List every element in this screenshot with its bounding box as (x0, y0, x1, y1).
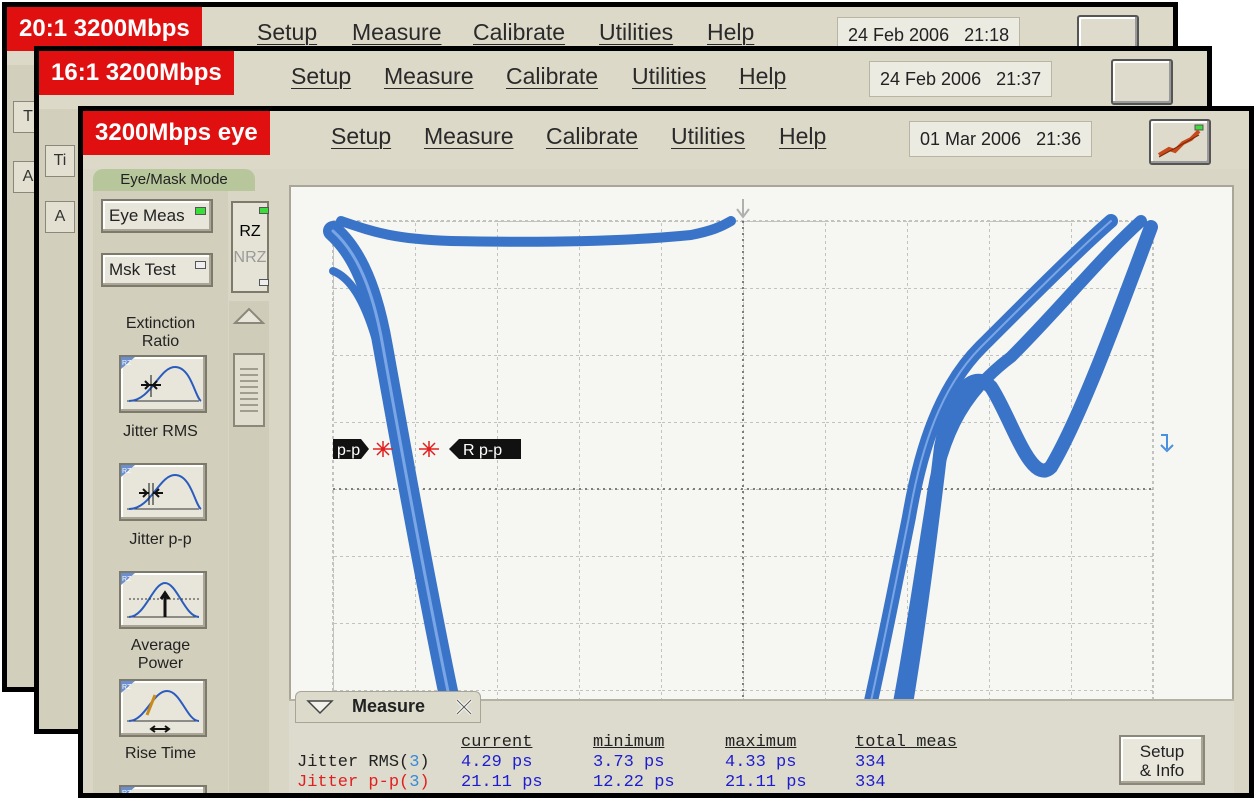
average-power-label: Average (130, 637, 191, 654)
nrz-label: NRZ (233, 249, 267, 266)
menu-calibrate[interactable]: Calibrate (473, 19, 565, 46)
svg-text:RZ: RZ (122, 684, 132, 691)
extinction-ratio-label-2: Ratio (141, 333, 180, 350)
menu-help[interactable]: Help (779, 123, 826, 150)
measurement-sidebar: Eye Meas Msk Test Extinction Ratio RZ Ji… (93, 191, 228, 793)
eye-meas-label: Eye Meas (109, 206, 185, 225)
rise-time-icon: RZ (121, 681, 200, 733)
menu-setup[interactable]: Setup (331, 123, 391, 150)
level-marker-icon[interactable] (1160, 434, 1174, 453)
next-measurement-button[interactable]: RZ (119, 785, 207, 797)
date-time: 24 Feb 2006 21:37 (869, 61, 1053, 97)
eye-meas-button[interactable]: Eye Meas (101, 199, 213, 233)
svg-text:RZ: RZ (122, 468, 132, 475)
average-power-button[interactable]: RZ (119, 571, 207, 629)
setup-label: Setup (1139, 742, 1185, 761)
col-minimum: minimum 3.73 ps 12.22 ps (593, 733, 675, 792)
graph-icon[interactable] (1111, 59, 1173, 105)
menu-help[interactable]: Help (707, 19, 754, 46)
row-label-jitter-pp: Jitter p-p(3) (297, 773, 430, 792)
info-label: & Info (1139, 761, 1185, 780)
window-tag: 20:1 3200Mbps (7, 7, 202, 51)
marker-right-label: R p-p (463, 442, 502, 459)
row-label-jitter-rms: Jitter RMS(3) (297, 753, 430, 772)
title-bar: 16:1 3200Mbps Setup Measure Calibrate Ut… (39, 51, 1207, 109)
measurement-icon: RZ (121, 787, 135, 797)
col-total-meas: total meas 334 334 (855, 733, 958, 792)
status-led (195, 261, 206, 269)
status-led (259, 279, 269, 286)
rz-nrz-toggle[interactable]: RZ NRZ (231, 201, 269, 293)
window-tag: 3200Mbps eye (83, 111, 270, 155)
scroll-up-icon[interactable] (231, 305, 267, 325)
measure-panel: Measure Jitter RMS(3) Jitter p-p(3) curr… (289, 691, 1234, 793)
jitter-rms-button[interactable]: RZ (119, 355, 207, 413)
menu-utilities[interactable]: Utilities (632, 63, 706, 90)
jitter-pp-button[interactable]: RZ (119, 463, 207, 521)
menu-setup[interactable]: Setup (257, 19, 317, 46)
trigger-arrow-icon (736, 199, 750, 219)
jitter-waveform-icon: RZ (121, 357, 202, 402)
average-power-icon: RZ (121, 573, 200, 618)
side-panel: Ti A (39, 109, 79, 729)
svg-text:RZ: RZ (122, 360, 132, 367)
rz-label: RZ (239, 223, 261, 240)
side-button[interactable]: Ti (45, 145, 75, 177)
setup-info-button[interactable]: Setup & Info (1119, 735, 1205, 785)
title-bar: 3200Mbps eye Setup Measure Calibrate Uti… (83, 111, 1249, 169)
graph-icon[interactable] (1149, 119, 1211, 165)
col-current: current 4.29 ps 21.11 ps (461, 733, 543, 792)
menu-utilities[interactable]: Utilities (599, 19, 673, 46)
graph-glyph-icon (1157, 124, 1204, 158)
rise-time-button[interactable]: RZ (119, 679, 207, 737)
jitter-rms-label: Jitter RMS (123, 423, 198, 440)
scroll-thumb[interactable] (233, 353, 265, 427)
extinction-ratio-label: Extinction (125, 315, 196, 332)
measure-tab[interactable]: Measure (295, 691, 481, 723)
grip-icon (240, 368, 258, 412)
status-led (259, 207, 269, 214)
average-power-label-2: Power (137, 655, 184, 672)
side-button[interactable]: A (45, 201, 75, 233)
date-time: 01 Mar 2006 21:36 (909, 121, 1093, 157)
close-icon[interactable] (454, 697, 474, 717)
menu-calibrate[interactable]: Calibrate (506, 63, 598, 90)
jitter-pp-label: Jitter p-p (129, 531, 192, 548)
menu-measure[interactable]: Measure (352, 19, 441, 46)
msk-test-label: Msk Test (109, 260, 176, 279)
marker-left-label: p-p (337, 442, 360, 459)
measure-title: Measure (352, 696, 426, 716)
sidebar-scrollbar[interactable] (229, 301, 269, 793)
svg-text:RZ: RZ (122, 576, 132, 583)
msk-test-button[interactable]: Msk Test (101, 253, 213, 287)
collapse-icon[interactable] (306, 697, 336, 717)
menu-calibrate[interactable]: Calibrate (546, 123, 638, 150)
window-tag: 16:1 3200Mbps (39, 51, 234, 95)
menu-utilities[interactable]: Utilities (671, 123, 745, 150)
jitter-waveform-icon: RZ (121, 465, 202, 510)
svg-text:RZ: RZ (122, 790, 132, 797)
col-maximum: maximum 4.33 ps 21.11 ps (725, 733, 807, 792)
menu-setup[interactable]: Setup (291, 63, 351, 90)
menu-help[interactable]: Help (739, 63, 786, 90)
menu-measure[interactable]: Measure (384, 63, 473, 90)
rise-time-label: Rise Time (124, 745, 197, 762)
mode-label: Eye/Mask Mode (93, 169, 255, 191)
scope-window-eye: 3200Mbps eye Setup Measure Calibrate Uti… (78, 106, 1254, 798)
status-led (195, 207, 206, 215)
menu-measure[interactable]: Measure (424, 123, 513, 150)
